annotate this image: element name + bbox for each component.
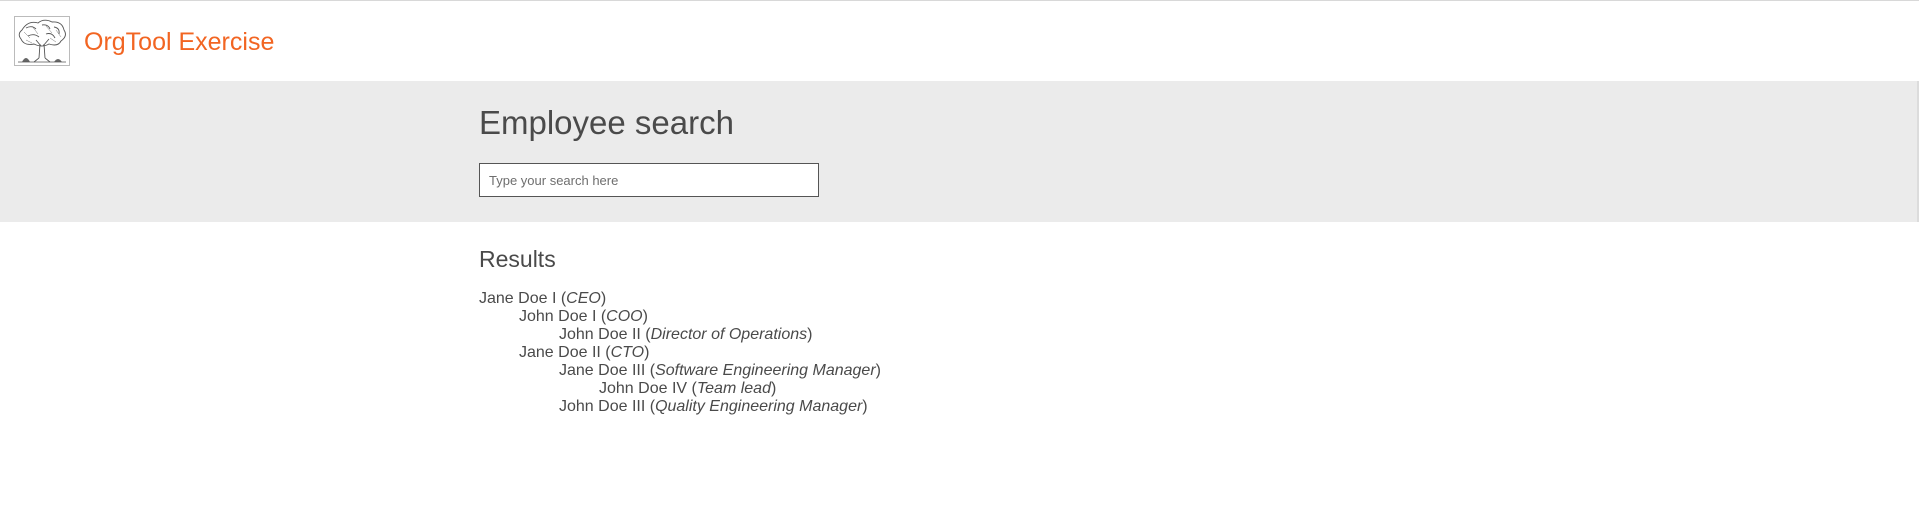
tree-logo-icon [14, 16, 70, 66]
employee-role: Team lead [696, 380, 771, 397]
list-item: John Doe III (Quality Engineering Manage… [559, 398, 868, 415]
list-item: Jane Doe III (Software Engineering Manag… [559, 362, 881, 379]
list-item: John Doe IV (Team lead) [599, 380, 777, 397]
list-item: Jane Doe II (CTO) [519, 344, 650, 361]
employee-name: Jane Doe I [479, 290, 557, 307]
employee-name: John Doe I [519, 308, 597, 325]
list-item: John Doe II (Director of Operations) [559, 326, 813, 343]
employee-name: John Doe III [559, 398, 646, 415]
search-section: Employee search [0, 81, 1919, 222]
list-item: Jane Doe I (CEO) [479, 290, 607, 307]
employee-name: John Doe II [559, 326, 641, 343]
employee-role: Quality Engineering Manager [655, 398, 863, 415]
employee-role: COO [606, 308, 643, 325]
list-item: John Doe I (COO) [519, 308, 648, 325]
results-tree: Jane Doe I (CEO) John Doe I (COO) John D… [479, 290, 881, 416]
employee-name: Jane Doe II [519, 344, 601, 361]
page-title: Employee search [479, 104, 734, 141]
app-header: OrgTool Exercise [0, 1, 1919, 81]
results-section: Results Jane Doe I (CEO) John Doe I (COO… [479, 244, 881, 416]
results-title: Results [479, 246, 556, 272]
app-title[interactable]: OrgTool Exercise [84, 28, 274, 57]
employee-role: Director of Operations [650, 326, 808, 343]
search-input[interactable] [479, 163, 819, 197]
employee-name: Jane Doe III [559, 362, 646, 379]
employee-role: Software Engineering Manager [655, 362, 876, 379]
employee-role: CTO [610, 344, 645, 361]
employee-role: CEO [566, 290, 601, 307]
employee-name: John Doe IV [599, 380, 688, 397]
